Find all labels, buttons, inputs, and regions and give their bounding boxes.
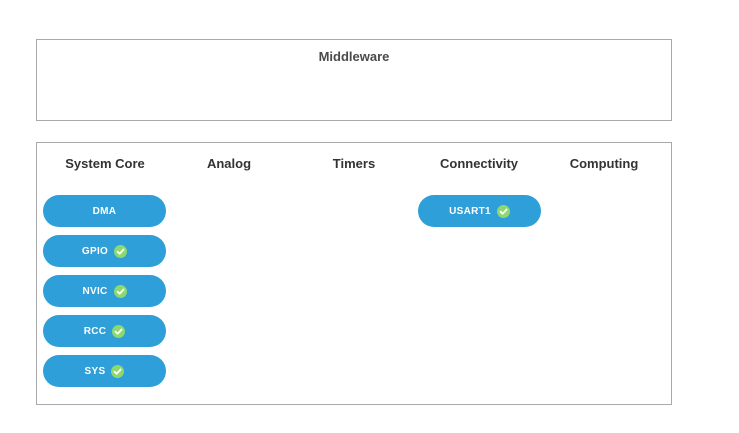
check-circle-icon	[111, 364, 125, 378]
check-circle-icon	[112, 324, 126, 338]
category-analog[interactable]: Analog	[167, 156, 291, 171]
ip-button-dma[interactable]: DMA	[43, 195, 166, 227]
categories-panel: System Core Analog Timers Connectivity C…	[36, 142, 672, 405]
middleware-title: Middleware	[318, 49, 390, 64]
ip-label-sys: SYS	[84, 365, 106, 377]
ip-label-rcc: RCC	[83, 325, 107, 337]
middleware-panel: Middleware	[36, 39, 672, 121]
ip-label-nvic: NVIC	[82, 285, 108, 297]
ip-button-sys[interactable]: SYS	[43, 355, 166, 387]
category-timers[interactable]: Timers	[292, 156, 416, 171]
check-circle-icon	[496, 204, 510, 218]
category-computing[interactable]: Computing	[542, 156, 666, 171]
ip-button-usart1[interactable]: USART1	[418, 195, 541, 227]
ip-button-gpio[interactable]: GPIO	[43, 235, 166, 267]
check-circle-icon	[114, 244, 128, 258]
ip-label-dma: DMA	[92, 205, 117, 217]
ip-label-gpio: GPIO	[81, 245, 109, 257]
ip-button-rcc[interactable]: RCC	[43, 315, 166, 347]
pinout-configuration-view: Middleware System Core Analog Timers Con…	[0, 0, 739, 433]
check-circle-icon	[113, 284, 127, 298]
category-system-core[interactable]: System Core	[43, 156, 167, 171]
category-connectivity[interactable]: Connectivity	[417, 156, 541, 171]
ip-button-nvic[interactable]: NVIC	[43, 275, 166, 307]
ip-label-usart1: USART1	[449, 205, 491, 217]
